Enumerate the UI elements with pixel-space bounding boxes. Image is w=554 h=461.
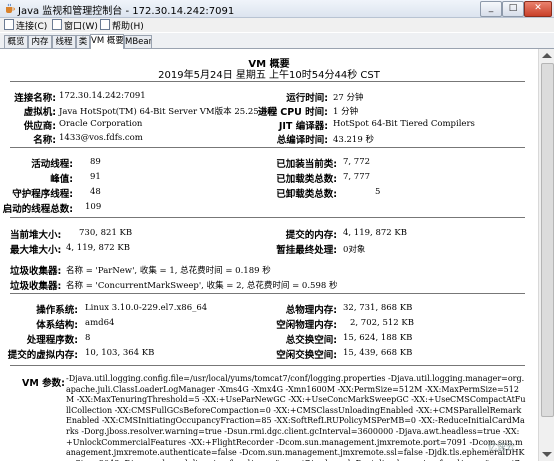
menu-bar: 连接(C) 窗口(W) 帮助(H) [0, 18, 554, 32]
value-pending-finalization: 0对象 [343, 245, 366, 255]
label-process-cpu-time: 进程 CPU 时间: [257, 107, 328, 118]
tab-overview[interactable]: 概览 [4, 35, 28, 48]
vm-summary-panel: VM 概要 2019年5月24日 星期五 上午10时54分44秒 CST 连接名… [0, 49, 538, 461]
tab-threads[interactable]: 线程 [52, 35, 76, 48]
tab-bar: 概览 内存 线程 类 VM 概要 MBean [0, 33, 554, 49]
label-total-classes-unloaded: 已卸载类总数: [276, 189, 337, 200]
label-connection-name: 连接名称: [14, 93, 56, 104]
label-vm: 虚拟机: [23, 107, 56, 118]
scroll-down-arrow-icon[interactable] [542, 452, 552, 457]
close-button[interactable]: ✕ [524, 1, 552, 17]
window-title-bar: Java 监视和管理控制台 - 172.30.14.242:7091 _ □ ✕ [0, 0, 554, 18]
value-name: 1433@vos.fdfs.com [59, 133, 143, 143]
value-committed-memory: 4, 119, 872 KB [343, 228, 407, 238]
label-peak: 峰值: [50, 174, 73, 185]
label-vm-arguments: VM 参数: [22, 378, 65, 389]
window-title: Java 监视和管理控制台 - 172.30.14.242:7091 [18, 6, 235, 17]
value-current-classes-loaded: 7, 772 [343, 157, 371, 167]
menu-connection[interactable]: 连接(C) [4, 19, 47, 32]
label-total-threads-started: 启动的线程总数: [2, 204, 73, 215]
label-live-threads: 活动线程: [31, 159, 73, 170]
value-process-cpu-time: 1 分钟 [333, 107, 359, 117]
label-gc-2: 垃圾收集器: [10, 281, 62, 292]
value-live-threads: 89 [90, 157, 101, 167]
label-free-physical-memory: 空闲物理内存: [276, 320, 337, 331]
divider [10, 147, 525, 148]
label-free-swap-space: 空闲交换空间: [276, 350, 337, 361]
divider [10, 217, 525, 218]
value-os: Linux 3.10.0-229.el7.x86_64 [85, 303, 208, 313]
label-vendor: 供应商: [23, 121, 56, 132]
label-committed-memory: 提交的内存: [285, 230, 337, 241]
value-total-classes-unloaded: 5 [375, 187, 381, 197]
divider [10, 81, 525, 82]
watermark: 亿速云 [488, 443, 516, 453]
tab-mbean[interactable]: MBean [124, 35, 152, 48]
label-total-swap-space: 总交换空间: [285, 335, 337, 346]
tab-vm-summary[interactable]: VM 概要 [90, 34, 124, 49]
label-total-compile-time: 总编译时间: [276, 135, 328, 146]
minimize-button[interactable]: _ [480, 1, 502, 17]
document-icon [52, 19, 62, 30]
value-connection-name: 172.30.14.242:7091 [59, 91, 146, 101]
value-committed-virtual-memory: 10, 103, 364 KB [85, 348, 155, 358]
value-processors: 8 [85, 333, 91, 343]
label-processors: 处理程序数: [26, 335, 78, 346]
label-total-physical-memory: 总物理内存: [285, 305, 337, 316]
value-daemon-threads: 48 [90, 187, 101, 197]
document-icon [100, 19, 110, 30]
value-peak: 91 [90, 172, 101, 182]
label-max-heap-size: 最大堆大小: [10, 245, 62, 256]
divider [10, 365, 525, 366]
value-total-swap-space: 15, 624, 188 KB [343, 333, 413, 343]
label-current-heap-size: 当前堆大小: [10, 230, 62, 241]
value-vendor: Oracle Corporation [59, 119, 143, 129]
value-total-classes-loaded: 7, 777 [343, 172, 371, 182]
menu-window[interactable]: 窗口(W) [52, 19, 98, 32]
value-jit-compiler: HotSpot 64-Bit Tiered Compilers [333, 119, 475, 129]
value-gc-1: 名称 = 'ParNew', 收集 = 1, 总花费时间 = 0.189 秒 [66, 266, 271, 276]
label-current-classes-loaded: 已加装当前类: [276, 159, 337, 170]
scroll-up-arrow-icon[interactable] [542, 53, 552, 58]
timestamp: 2019年5月24日 星期五 上午10时54分44秒 CST [158, 70, 380, 81]
value-gc-2: 名称 = 'ConcurrentMarkSweep', 收集 = 2, 总花费时… [66, 281, 338, 291]
value-total-physical-memory: 32, 731, 868 KB [343, 303, 413, 313]
java-coffee-icon [6, 3, 15, 13]
value-total-compile-time: 43.219 秒 [333, 135, 374, 145]
value-vm-arguments: -Djava.util.logging.config.file=/usr/loc… [66, 374, 526, 461]
tab-memory[interactable]: 内存 [28, 35, 52, 48]
label-architecture: 体系结构: [36, 320, 78, 331]
value-free-swap-space: 15, 439, 668 KB [343, 348, 413, 358]
label-gc-1: 垃圾收集器: [10, 266, 62, 277]
scrollbar-thumb[interactable] [541, 63, 554, 417]
label-committed-virtual-memory: 提交的虚拟内存: [7, 350, 78, 361]
label-name: 名称: [33, 135, 56, 146]
label-jit-compiler: JIT 编译器: [278, 121, 328, 132]
label-daemon-threads: 守护程序线程: [12, 189, 73, 200]
value-max-heap-size: 4, 119, 872 KB [66, 243, 130, 253]
label-os: 操作系统: [36, 305, 78, 316]
menu-help[interactable]: 帮助(H) [100, 19, 144, 32]
maximize-button[interactable]: □ [502, 1, 524, 17]
value-free-physical-memory: 2, 702, 512 KB [350, 318, 414, 328]
value-uptime: 27 分钟 [333, 93, 364, 103]
value-vm: Java HotSpot(TM) 64-Bit Server VM版本 25.2… [59, 107, 278, 117]
value-current-heap-size: 730, 821 KB [79, 228, 133, 238]
value-architecture: amd64 [85, 318, 115, 328]
divider [10, 293, 525, 294]
label-pending-finalization: 暂挂最终处理: [276, 245, 337, 256]
vertical-scrollbar[interactable] [538, 49, 554, 461]
label-total-classes-loaded: 已加载类总数: [276, 174, 337, 185]
document-icon [4, 19, 14, 30]
value-total-threads-started: 109 [85, 202, 102, 212]
tab-classes[interactable]: 类 [76, 35, 90, 48]
label-uptime: 运行时间: [286, 93, 328, 104]
